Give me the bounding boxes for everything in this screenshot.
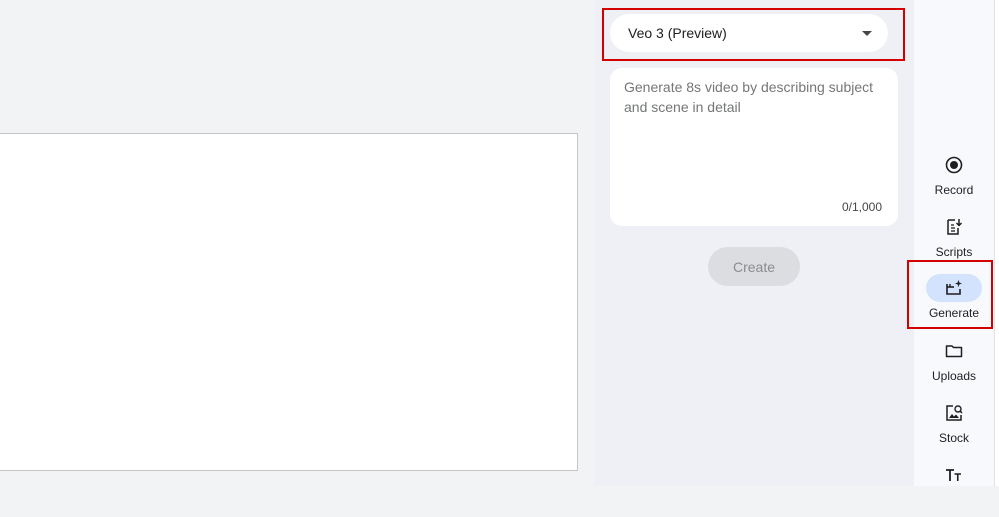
rail-item-label: Generate (928, 306, 980, 320)
dropdown-arrow-icon (862, 30, 872, 36)
rail-item-uploads[interactable]: Uploads (914, 337, 994, 393)
prompt-box: 0/1,000 (610, 68, 898, 226)
rail-icon-container (926, 274, 982, 302)
generate-panel: Veo 3 (Preview) 0/1,000 Create (594, 0, 914, 486)
rail-item-text[interactable] (914, 461, 994, 517)
rail-icon-container (926, 461, 982, 489)
side-rail: Record Scripts Generate Uploads Stock (914, 0, 994, 486)
create-button[interactable]: Create (708, 247, 800, 286)
rail-item-stock[interactable]: Stock (914, 399, 994, 455)
scripts-icon (947, 219, 963, 235)
rail-icon-container (926, 213, 982, 241)
stock-icon (946, 405, 963, 421)
prompt-input[interactable] (624, 77, 886, 187)
rail-item-label: Uploads (931, 369, 977, 383)
folder-icon (945, 345, 963, 358)
rail-icon-container (926, 337, 982, 365)
canvas-area (0, 0, 594, 486)
model-select-value: Veo 3 (Preview) (628, 25, 727, 41)
rail-item-record[interactable]: Record (914, 151, 994, 207)
rail-icon-container (926, 399, 982, 427)
video-canvas[interactable] (0, 133, 578, 471)
text-icon (946, 469, 961, 481)
right-edge (994, 0, 999, 486)
rail-item-label: Scripts (935, 245, 973, 259)
rail-item-scripts[interactable]: Scripts (914, 213, 994, 269)
generate-icon (946, 280, 962, 295)
record-icon (945, 156, 963, 174)
rail-item-label: Stock (938, 431, 969, 445)
rail-item-label: Record (934, 183, 974, 197)
rail-icon-container (926, 151, 982, 179)
rail-item-generate[interactable]: Generate (914, 274, 994, 330)
char-count: 0/1,000 (841, 200, 882, 214)
model-select[interactable]: Veo 3 (Preview) (610, 14, 888, 52)
